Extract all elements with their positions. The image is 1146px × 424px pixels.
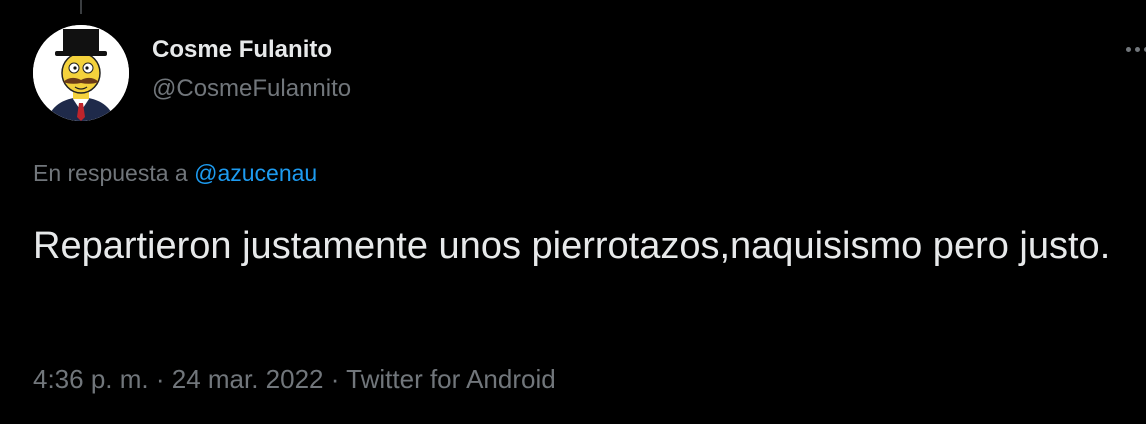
- tweet-text: Repartieron justamente unos pierrotazos,…: [33, 225, 1111, 267]
- tweet-date[interactable]: 24 mar. 2022: [172, 364, 324, 394]
- avatar[interactable]: [33, 25, 129, 121]
- reply-mention-link[interactable]: @azucenau: [194, 160, 317, 186]
- reply-prefix: En respuesta a: [33, 160, 188, 186]
- more-options-icon[interactable]: [1126, 44, 1146, 56]
- author-handle[interactable]: @CosmeFulannito: [152, 75, 351, 103]
- tweet-time[interactable]: 4:36 p. m.: [33, 364, 149, 394]
- tweet-metadata: 4:36 p. m. · 24 mar. 2022 · Twitter for …: [33, 364, 556, 395]
- meta-separator: ·: [323, 364, 347, 394]
- avatar-image: [33, 25, 129, 121]
- tweet-source[interactable]: Twitter for Android: [346, 364, 556, 394]
- meta-separator: ·: [148, 364, 172, 394]
- more-dot: [1126, 47, 1131, 52]
- author-display-name[interactable]: Cosme Fulanito: [152, 36, 332, 64]
- thread-connector-line: [80, 0, 82, 14]
- more-dot: [1135, 47, 1140, 52]
- reply-context: En respuesta a @azucenau: [33, 160, 317, 187]
